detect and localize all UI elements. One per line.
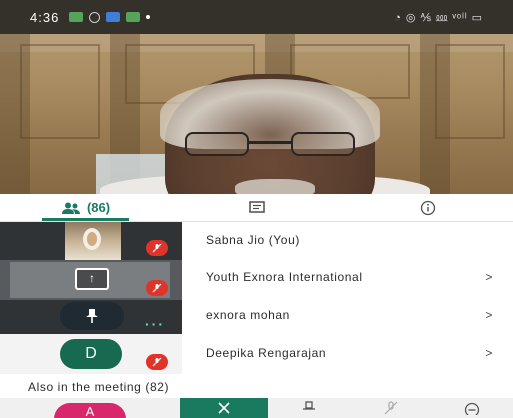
panel-tabs: (86): [0, 194, 513, 222]
mic-off-icon: [384, 401, 397, 415]
participant-tile-self[interactable]: [0, 222, 182, 260]
participant-name: exnora mohan: [206, 308, 290, 322]
participant-name: Sabna Jio (You): [206, 233, 300, 247]
participant-tile-deepika[interactable]: D: [0, 334, 182, 374]
people-count: (86): [86, 200, 111, 215]
list-item[interactable]: Deepika Rengarajan >: [182, 334, 513, 372]
pin-button[interactable]: [268, 398, 350, 418]
whatsapp-icon: [89, 11, 101, 23]
close-button[interactable]: [180, 398, 268, 418]
list-item[interactable]: Sabna Jio (You): [182, 222, 513, 258]
system-status-icons: ◔ ◎ ⅍ ⅏ ᵛᵒˡˡ ▭: [394, 11, 483, 24]
also-in-meeting-heading: Also in the meeting (82): [28, 380, 170, 394]
tab-chat[interactable]: [171, 194, 342, 221]
info-icon: [420, 200, 435, 215]
mic-off-icon: [146, 240, 168, 256]
present-to-all-icon: ↑: [75, 268, 109, 290]
bottom-toolbar: A: [0, 398, 513, 418]
chevron-right-icon[interactable]: >: [485, 346, 493, 360]
notification-icons: [69, 11, 141, 23]
more-notifications-dot: [146, 15, 151, 19]
avatar: D: [60, 339, 122, 369]
participant-name: Youth Exnora International: [206, 270, 363, 284]
app-icon: [106, 11, 121, 22]
tab-people[interactable]: (86): [0, 194, 171, 221]
pin-icon: [302, 401, 315, 410]
tab-info[interactable]: [342, 194, 513, 221]
chevron-right-icon[interactable]: >: [485, 308, 493, 322]
mute-button[interactable]: [350, 398, 432, 418]
mic-off-icon: [146, 354, 168, 370]
participant-tile-presenting[interactable]: ↑: [0, 260, 182, 300]
participant-name: Deepika Rengarajan: [206, 346, 327, 360]
notification-icon: [126, 11, 141, 22]
status-time: 4:36: [30, 9, 60, 25]
participant-tile-pinned[interactable]: ···: [0, 300, 182, 334]
self-video-thumbnail: [65, 222, 121, 260]
more-dots-icon[interactable]: ···: [145, 316, 165, 332]
participant-list: Sabna Jio (You) Youth Exnora Internation…: [182, 222, 513, 372]
more-button[interactable]: [431, 398, 513, 418]
chevron-right-icon[interactable]: >: [485, 270, 493, 284]
pin-button[interactable]: [60, 302, 124, 330]
chat-icon: [248, 200, 265, 213]
profile-button[interactable]: A: [0, 398, 180, 418]
pin-icon: [86, 309, 98, 323]
mic-off-icon: [146, 280, 168, 296]
status-bar: 4:36 ◔ ◎ ⅍ ⅏ ᵛᵒˡˡ ▭: [0, 0, 513, 34]
people-icon: [61, 202, 80, 214]
list-item[interactable]: exnora mohan >: [182, 296, 513, 334]
notification-icon: [69, 11, 84, 22]
speaker-glasses: [185, 132, 355, 158]
more-icon: [465, 402, 480, 415]
profile-avatar: A: [54, 403, 126, 418]
speaker-mustache: [235, 179, 315, 194]
main-video-feed[interactable]: [0, 34, 513, 194]
list-item[interactable]: Youth Exnora International >: [182, 258, 513, 296]
close-icon: [218, 402, 230, 414]
